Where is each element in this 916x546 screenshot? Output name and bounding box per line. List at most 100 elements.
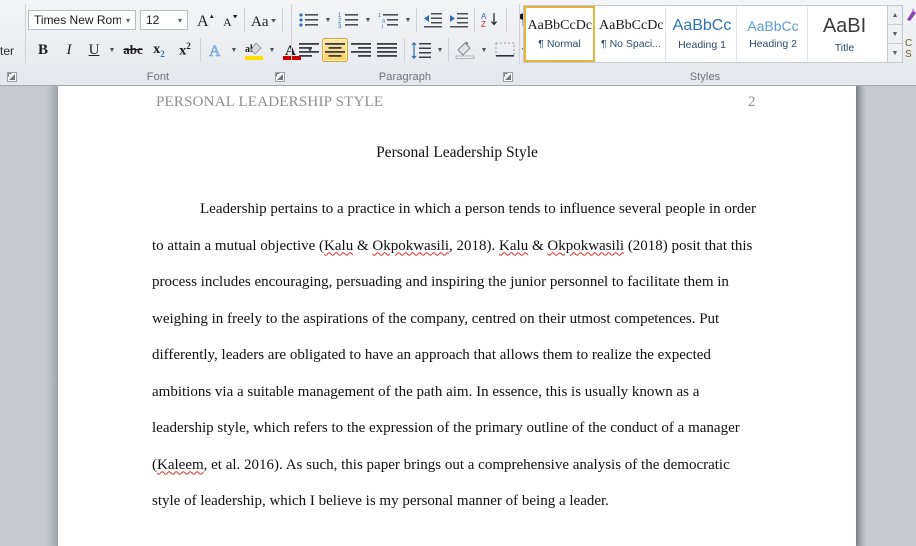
style-no-spacing[interactable]: AaBbCcDc ¶ No Spaci...	[595, 6, 666, 62]
body-text-run: , 2018).	[449, 237, 500, 254]
numbering-dropdown-icon[interactable]: ▼	[362, 8, 374, 32]
increase-indent-icon[interactable]	[446, 8, 472, 32]
gallery-scroll-down-button[interactable]: ▼	[888, 25, 902, 44]
style-label: Heading 1	[678, 39, 726, 51]
misspelled-word: Okpokwasili	[372, 237, 450, 254]
text-effects-dropdown-icon[interactable]: ▼	[228, 38, 240, 62]
style-preview: AaBbCcDc	[527, 18, 592, 33]
divider	[282, 8, 283, 32]
document-canvas: PERSONAL LEADERSHIP STYLE 2 Personal Lea…	[0, 86, 916, 546]
page-number: 2	[748, 94, 756, 110]
sort-icon[interactable]: AZ	[478, 8, 504, 32]
strikethrough-icon[interactable]: abc	[120, 38, 146, 62]
svg-text:3: 3	[338, 24, 342, 29]
clipboard-group-remnant: ter	[0, 0, 26, 85]
clipboard-dialog-launcher[interactable]	[6, 71, 18, 83]
svg-text:1: 1	[378, 13, 381, 19]
divider	[416, 8, 417, 32]
svg-text:A: A	[197, 13, 209, 30]
line-spacing-dropdown-icon[interactable]: ▼	[434, 38, 446, 62]
styles-gallery-scrollbar[interactable]: ▲ ▼ ▼	[888, 5, 903, 63]
font-size-combo[interactable]: 12 ▾	[140, 10, 188, 30]
divider	[474, 8, 475, 32]
font-dialog-launcher[interactable]	[274, 71, 286, 83]
style-heading-1[interactable]: AaBbCc Heading 1	[666, 6, 737, 62]
superscript-icon[interactable]: x2	[172, 38, 198, 62]
gallery-more-button[interactable]: ▼	[888, 44, 902, 62]
text-highlight-color-icon[interactable]: ab	[242, 38, 266, 64]
numbering-icon[interactable]: 123	[336, 8, 362, 32]
style-preview: AaBI	[822, 14, 867, 37]
chevron-down-icon: ▾	[177, 15, 182, 25]
misspelled-word: Okpokwasili	[547, 237, 625, 254]
svg-text:Aa: Aa	[251, 14, 269, 30]
chevron-down-icon: ▾	[125, 15, 130, 25]
grow-font-icon[interactable]: A	[194, 8, 218, 32]
style-preview: AaBbCcDc	[599, 18, 663, 33]
decrease-indent-icon[interactable]	[420, 8, 446, 32]
svg-text:Z: Z	[481, 20, 486, 29]
style-label: ¶ No Spaci...	[601, 38, 661, 50]
style-label: Heading 2	[749, 38, 797, 50]
borders-icon[interactable]	[492, 38, 518, 62]
change-styles-label: CS	[905, 38, 913, 60]
bullets-dropdown-icon[interactable]: ▼	[322, 8, 334, 32]
align-center-icon[interactable]	[322, 38, 348, 62]
multilevel-list-icon[interactable]: 1ai	[376, 8, 402, 32]
divider	[448, 38, 449, 62]
gallery-scroll-up-button[interactable]: ▲	[888, 6, 902, 25]
font-size-value: 12	[146, 13, 160, 27]
line-spacing-icon[interactable]	[408, 38, 434, 62]
multilevel-list-dropdown-icon[interactable]: ▼	[402, 8, 414, 32]
document-page[interactable]: PERSONAL LEADERSHIP STYLE 2 Personal Lea…	[58, 86, 856, 546]
align-right-icon[interactable]	[348, 38, 374, 62]
misspelled-word: Kaleem	[157, 456, 204, 473]
svg-text:i: i	[382, 24, 383, 29]
change-case-icon[interactable]: Aa	[248, 8, 280, 32]
body-text-run: , et al. 2016). As such, this paper brin…	[152, 456, 730, 510]
subscript-icon[interactable]: x2	[146, 38, 172, 62]
shrink-font-icon[interactable]: A	[218, 8, 242, 32]
style-title[interactable]: AaBI Title	[808, 6, 879, 62]
format-painter-label: ter	[0, 44, 15, 58]
highlight-dropdown-icon[interactable]: ▼	[266, 38, 278, 62]
divider	[506, 8, 507, 32]
body-text-run: &	[528, 237, 548, 254]
document-body[interactable]: Leadership pertains to a practice in whi…	[152, 191, 757, 520]
divider	[244, 8, 245, 32]
justify-icon[interactable]	[374, 38, 400, 62]
bullets-icon[interactable]	[296, 8, 322, 32]
paragraph-dialog-launcher[interactable]	[502, 71, 514, 83]
change-styles-button-remnant[interactable]: CS	[905, 6, 916, 64]
font-name-combo[interactable]: Times New Rom ▾	[28, 10, 136, 30]
style-heading-2[interactable]: AaBbCc Heading 2	[737, 6, 808, 62]
paragraph-group: ▼ 123 ▼ 1ai ▼ AZ ¶	[292, 0, 527, 85]
body-paragraph: Leadership pertains to a practice in whi…	[152, 191, 757, 520]
styles-group-label: Styles	[689, 71, 721, 83]
body-text-run: &	[353, 237, 373, 254]
svg-text:A: A	[223, 15, 232, 29]
italic-icon[interactable]: I	[56, 38, 82, 62]
page-right-shadow	[856, 86, 866, 546]
underline-dropdown-icon[interactable]: ▼	[106, 38, 118, 62]
change-styles-icon	[907, 8, 916, 21]
style-normal[interactable]: AaBbCcDc ¶ Normal	[524, 6, 595, 62]
shading-dropdown-icon[interactable]: ▼	[478, 38, 490, 62]
divider	[404, 38, 405, 62]
style-preview: AaBbCc	[747, 18, 799, 34]
misspelled-word: Kalu	[499, 237, 529, 254]
divider	[200, 38, 201, 62]
ribbon-home-tab: ter Times New Rom ▾ 12 ▾ A A Aa B I U ▼ …	[0, 0, 916, 86]
text-effects-icon[interactable]: A	[204, 38, 228, 62]
paragraph-group-label: Paragraph	[378, 71, 432, 83]
font-name-value: Times New Rom	[34, 13, 121, 27]
align-left-icon[interactable]	[296, 38, 322, 62]
underline-icon[interactable]: U	[82, 38, 106, 62]
styles-gallery[interactable]: AaBbCcDc ¶ Normal AaBbCcDc ¶ No Spaci...…	[523, 5, 888, 63]
bold-icon[interactable]: B	[30, 38, 56, 62]
style-label: ¶ Normal	[538, 38, 581, 50]
style-label: Title	[834, 41, 855, 54]
body-text-run: (2018) posit that this process includes …	[152, 237, 753, 473]
shading-icon[interactable]	[452, 38, 478, 62]
font-group: Times New Rom ▾ 12 ▾ A A Aa B I U ▼ abc …	[26, 0, 313, 85]
